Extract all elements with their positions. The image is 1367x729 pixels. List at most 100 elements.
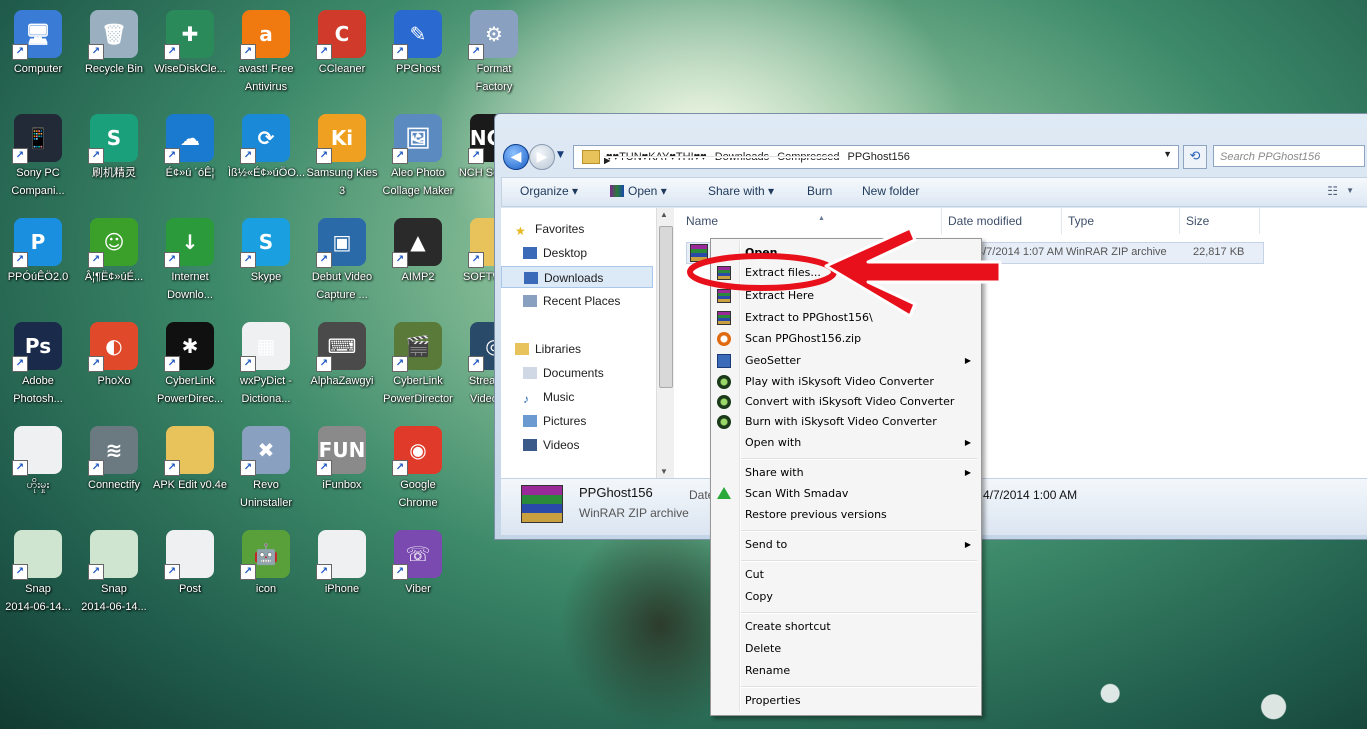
desktop-icon-item[interactable]: ≋ ↗ Connectify [76,420,152,494]
app-icon: ↗ [316,530,366,580]
column-name[interactable]: Name ▲ [680,208,942,234]
nav-videos[interactable]: Videos [523,434,675,456]
menu-extract-to[interactable]: Extract to PPGhost156\ [711,308,981,328]
share-with-button[interactable]: Share with ▾ [708,184,774,198]
menu-convert-isky[interactable]: Convert with iSkysoft Video Converter [711,392,981,412]
desktop-icon-item[interactable]: ↗ APK Edit v0.4e [152,420,228,494]
submenu-arrow-icon: ▶ [964,356,971,365]
nav-libraries[interactable]: Libraries [515,338,667,360]
menu-geosetter[interactable]: GeoSetter ▶ [711,351,981,371]
scroll-down-icon[interactable]: ▼ [660,467,668,476]
nav-pictures[interactable]: Pictures [523,410,675,432]
nav-favorites[interactable]: ★ Favorites [515,218,667,240]
desktop-icon-item[interactable]: ↗ Snap 2014-06-14... [0,524,76,616]
desktop-icon-item[interactable]: ⚙ ↗ Format Factory [456,4,532,96]
desktop-icon-item[interactable]: ↗ Post [152,524,228,598]
desktop-icon-item[interactable]: ⟳ ↗ Ìß½«É¢»úÖO... [228,108,305,182]
recent-pages-dropdown[interactable]: ▼ [557,150,564,160]
menu-create-shortcut[interactable]: Create shortcut [711,617,981,637]
desktop-icon-item[interactable]: ◐ ↗ PhoXo [76,316,152,390]
desktop-icon-item[interactable]: S ↗ Skype [228,212,304,286]
desktop-icon-item[interactable]: 🎬 ↗ CyberLink PowerDirector [380,316,456,408]
menu-scan-zip[interactable]: Scan PPGhost156.zip [711,329,981,349]
column-size[interactable]: Size [1180,208,1260,234]
nav-documents[interactable]: Documents [523,362,675,384]
forward-button[interactable]: ▶ [529,144,555,170]
menu-copy[interactable]: Copy [711,587,981,607]
desktop-icon-item[interactable]: ☏ ↗ Viber [380,524,456,598]
desktop-icon-item[interactable]: C ↗ CCleaner [304,4,380,78]
menu-scan-smadav[interactable]: Scan With Smadav [711,484,981,504]
menu-properties[interactable]: Properties [711,691,981,711]
view-options-icon[interactable]: ☷ [1327,184,1338,198]
desktop-icon-item[interactable]: a ↗ avast! Free Antivirus [228,4,304,96]
menu-rename[interactable]: Rename [711,661,981,681]
nav-recent-places[interactable]: Recent Places [523,290,675,312]
address-bar[interactable]: ▶ ♥♥TUN♥KAY♥THI♥♥ ▶ Downloads ▶ Compress… [573,145,1179,169]
desktop-icon-item[interactable]: ▦ ↗ wxPyDict - Dictiona... [228,316,304,408]
menu-extract-here[interactable]: Extract Here [711,286,981,306]
column-type[interactable]: Type [1062,208,1180,234]
submenu-arrow-icon: ▶ [964,540,971,549]
menu-send-to[interactable]: Send to ▶ [711,535,981,555]
menu-cut[interactable]: Cut [711,565,981,585]
menu-open[interactable]: Open [711,243,981,263]
menu-open-with[interactable]: Open with ▶ [711,433,981,453]
menu-extract-files[interactable]: Extract files... [711,263,981,283]
desktop-icon-item[interactable]: ✎ ↗ PPGhost [380,4,456,78]
desktop-icon-item[interactable]: ✖ ↗ Revo Uninstaller [228,420,304,512]
desktop-icon-item[interactable]: ✱ ↗ CyberLink PowerDirec... [152,316,228,408]
shortcut-arrow-icon: ↗ [164,44,180,60]
open-button[interactable]: Open ▾ [610,184,667,198]
shortcut-arrow-icon: ↗ [164,460,180,476]
menu-share-with[interactable]: Share with ▶ [711,463,981,483]
new-folder-button[interactable]: New folder [862,184,919,198]
music-icon: ♪ [523,392,529,406]
desktop-icon-label: CCleaner [318,63,366,75]
desktop-icon-item[interactable]: 🖼 ↗ Aleo Photo Collage Maker [380,108,456,200]
desktop-icon-item[interactable]: ▲ ↗ AIMP2 [380,212,456,286]
back-button[interactable]: ◀ [503,144,529,170]
breadcrumb-ppghost156[interactable]: PPGhost156 [848,151,910,163]
search-input[interactable]: Search PPGhost156 [1213,145,1365,167]
menu-play-isky[interactable]: Play with iSkysoft Video Converter [711,372,981,392]
desktop-icon-item[interactable]: ⌨ ↗ AlphaZawgyi [304,316,380,390]
app-icon: ⌨ ↗ [316,322,366,372]
desktop-icon-item[interactable]: S ↗ 刷机精灵 [76,108,152,182]
nav-downloads[interactable]: Downloads [501,266,653,288]
view-dropdown-icon[interactable]: ▼ [1346,186,1354,195]
desktop-icon-item[interactable]: Ki ↗ Samsung Kies 3 [304,108,380,200]
desktop-icon-item[interactable]: 🗑 ↗ Recycle Bin [76,4,152,78]
address-dropdown-icon[interactable]: ▼ [1163,149,1172,159]
menu-burn-isky[interactable]: Burn with iSkysoft Video Converter [711,412,981,432]
desktop-icon-item[interactable]: ↗ iPhone [304,524,380,598]
organize-button[interactable]: Organize ▾ [520,184,578,198]
desktop-icon-item[interactable]: ☺ ↗ Â¦¶Ë¢»úÉ... [76,212,152,286]
desktop-icon-item[interactable]: FUN ↗ iFunbox [304,420,380,494]
star-icon: ★ [515,224,526,238]
column-date-modified[interactable]: Date modified [942,208,1062,234]
desktop-icon-item[interactable]: ↗ Snap 2014-06-14... [76,524,152,616]
desktop-icon-item[interactable]: ✚ ↗ WiseDiskCle... [152,4,228,78]
desktop-icon-item[interactable]: ▣ ↗ Debut Video Capture ... [304,212,380,304]
command-bar: Organize ▾ Open ▾ Share with ▾ Burn New … [501,177,1367,207]
desktop-icon-item[interactable]: 📱 ↗ Sony PC Compani... [0,108,76,200]
desktop-icon-item[interactable]: ☁ ↗ É¢»ú ´óÊ¦ [152,108,228,182]
menu-restore-versions[interactable]: Restore previous versions [711,505,981,525]
burn-button[interactable]: Burn [807,184,832,198]
desktop-icon-item[interactable]: Ps ↗ Adobe Photosh... [0,316,76,408]
desktop-icon-item[interactable]: P ↗ PPÓúÊÖ2.0 [0,212,76,286]
desktop-icon-item[interactable]: 🖥 ↗ Computer [0,4,76,78]
desktop-icon-item[interactable]: 🤖 ↗ icon [228,524,304,598]
nav-music[interactable]: ♪ Music [523,386,675,408]
nav-desktop[interactable]: Desktop [523,242,675,264]
app-icon: 🖼 ↗ [392,114,442,164]
scroll-thumb[interactable] [659,226,673,388]
desktop-icon-item[interactable]: ↗ ဟိုးမှုး [0,420,76,494]
desktop-icon-item[interactable]: ↓ ↗ Internet Downlo... [152,212,228,304]
desktop-icon-item[interactable]: ◉ ↗ Google Chrome [380,420,456,512]
nav-scrollbar[interactable]: ▲ ▼ [656,208,674,478]
menu-delete[interactable]: Delete [711,639,981,659]
scroll-up-icon[interactable]: ▲ [660,210,668,219]
refresh-button[interactable]: ⟲ [1183,145,1207,169]
